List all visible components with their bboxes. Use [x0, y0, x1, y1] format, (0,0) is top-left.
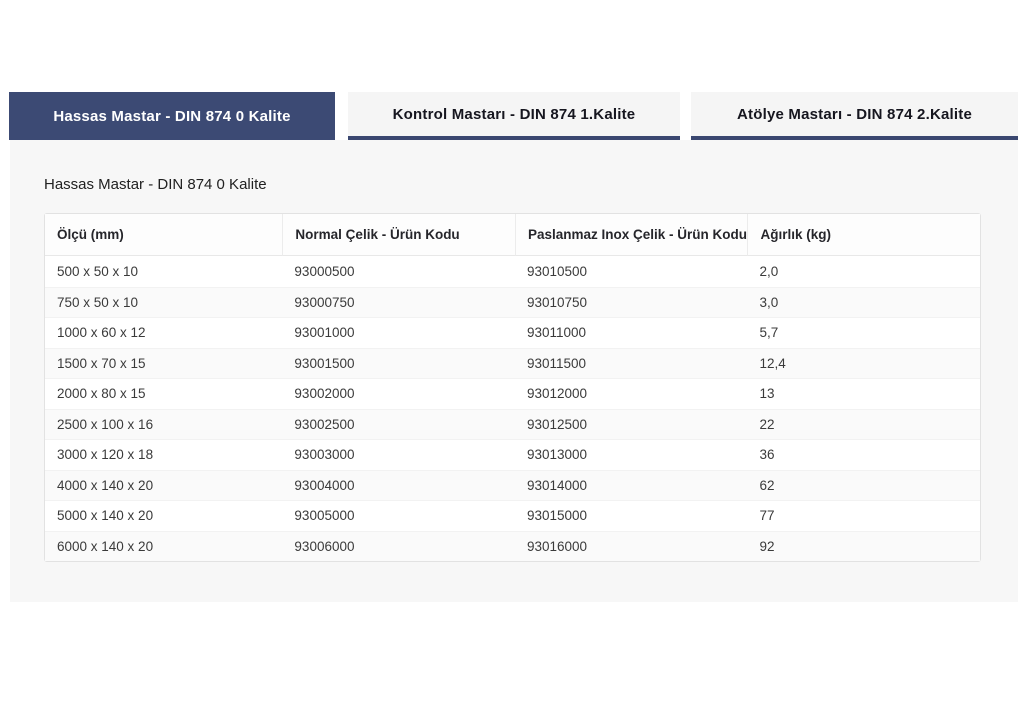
table-cell: 77	[747, 500, 980, 531]
table-cell: 93011000	[515, 317, 748, 348]
table-cell: 3000 x 120 x 18	[45, 439, 282, 470]
table-cell: 93014000	[515, 470, 748, 501]
table-cell: 92	[747, 531, 980, 562]
column-header: Ağırlık (kg)	[747, 214, 980, 256]
table-cell: 93010500	[515, 256, 748, 287]
table-cell: 5000 x 140 x 20	[45, 500, 282, 531]
table-cell: 93002500	[282, 409, 515, 440]
table-row: 2000 x 80 x 15930020009301200013	[45, 378, 980, 409]
table-row: 1000 x 60 x 1293001000930110005,7	[45, 317, 980, 348]
table-cell: 93005000	[282, 500, 515, 531]
column-header: Normal Çelik - Ürün Kodu	[282, 214, 515, 256]
table-cell: 93015000	[515, 500, 748, 531]
table-cell: 93010750	[515, 287, 748, 318]
table-row: 3000 x 120 x 18930030009301300036	[45, 439, 980, 470]
spec-table: Ölçü (mm)Normal Çelik - Ürün KoduPaslanm…	[44, 213, 981, 562]
tab-panel: Hassas Mastar - DIN 874 0 Kalite Ölçü (m…	[10, 140, 1018, 602]
table-cell: 2,0	[747, 256, 980, 287]
table-row: 2500 x 100 x 16930025009301250022	[45, 409, 980, 440]
table-cell: 1000 x 60 x 12	[45, 317, 282, 348]
table-cell: 5,7	[747, 317, 980, 348]
tab-atolye-mastari[interactable]: Atölye Mastarı - DIN 874 2.Kalite	[691, 92, 1018, 140]
table-cell: 93012000	[515, 378, 748, 409]
table-cell: 62	[747, 470, 980, 501]
tab-hassas-mastar[interactable]: Hassas Mastar - DIN 874 0 Kalite	[9, 92, 335, 140]
column-header: Paslanmaz Inox Çelik - Ürün Kodu	[515, 214, 748, 256]
table-cell: 93001000	[282, 317, 515, 348]
panel-title: Hassas Mastar - DIN 874 0 Kalite	[44, 176, 1018, 193]
spec-table-header: Ölçü (mm)Normal Çelik - Ürün KoduPaslanm…	[45, 214, 980, 256]
table-row: 1500 x 70 x 15930015009301150012,4	[45, 348, 980, 379]
table-cell: 12,4	[747, 348, 980, 379]
column-header: Ölçü (mm)	[45, 214, 282, 256]
table-cell: 1500 x 70 x 15	[45, 348, 282, 379]
table-row: 6000 x 140 x 20930060009301600092	[45, 531, 980, 562]
table-cell: 6000 x 140 x 20	[45, 531, 282, 562]
table-cell: 93004000	[282, 470, 515, 501]
table-cell: 3,0	[747, 287, 980, 318]
table-cell: 93013000	[515, 439, 748, 470]
table-cell: 93006000	[282, 531, 515, 562]
table-row: 500 x 50 x 1093000500930105002,0	[45, 256, 980, 287]
table-cell: 93012500	[515, 409, 748, 440]
table-cell: 22	[747, 409, 980, 440]
table-cell: 93002000	[282, 378, 515, 409]
table-cell: 93003000	[282, 439, 515, 470]
table-cell: 93000750	[282, 287, 515, 318]
table-row: 750 x 50 x 1093000750930107503,0	[45, 287, 980, 318]
table-cell: 13	[747, 378, 980, 409]
table-row: 4000 x 140 x 20930040009301400062	[45, 470, 980, 501]
tab-bar: Hassas Mastar - DIN 874 0 Kalite Kontrol…	[9, 92, 1018, 140]
table-cell: 36	[747, 439, 980, 470]
table-cell: 93000500	[282, 256, 515, 287]
table-cell: 4000 x 140 x 20	[45, 470, 282, 501]
table-cell: 2000 x 80 x 15	[45, 378, 282, 409]
tab-kontrol-mastari[interactable]: Kontrol Mastarı - DIN 874 1.Kalite	[348, 92, 680, 140]
table-cell: 93016000	[515, 531, 748, 562]
table-row: 5000 x 140 x 20930050009301500077	[45, 500, 980, 531]
table-cell: 93001500	[282, 348, 515, 379]
table-cell: 750 x 50 x 10	[45, 287, 282, 318]
table-cell: 500 x 50 x 10	[45, 256, 282, 287]
table-cell: 93011500	[515, 348, 748, 379]
table-cell: 2500 x 100 x 16	[45, 409, 282, 440]
